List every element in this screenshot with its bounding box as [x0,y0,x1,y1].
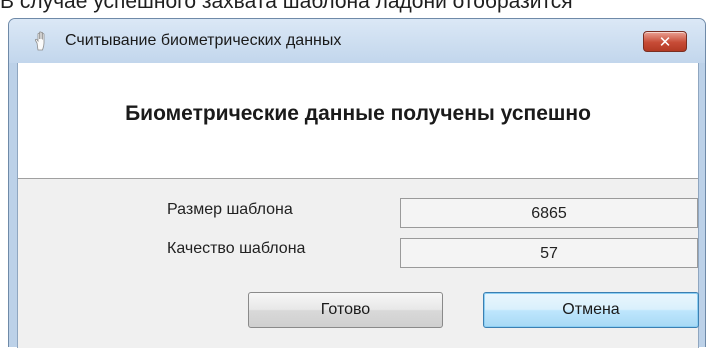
header-panel: Биометрические данные получены успешно [18,63,698,179]
template-size-label: Размер шаблона [167,201,293,218]
status-message: Биометрические данные получены успешно [125,102,591,125]
template-quality-label: Качество шаблона [167,240,306,257]
close-button[interactable]: ✕ [643,31,687,52]
title-bar[interactable]: Считывание биометрических данных ✕ [9,19,705,63]
window-title: Считывание биометрических данных [65,32,342,49]
ok-button[interactable]: Готово [248,292,443,328]
dialog-window: Считывание биометрических данных ✕ Биоме… [8,18,706,348]
dialog-client-area: Биометрические данные получены успешно Р… [17,63,699,348]
template-quality-value: 57 [400,238,698,268]
document-text: В случае успешного захвата шаблона ладон… [0,0,573,13]
cancel-button[interactable]: Отмена [483,292,699,328]
close-icon: ✕ [658,33,672,51]
hand-icon [33,30,51,52]
template-size-value: 6865 [400,198,698,228]
